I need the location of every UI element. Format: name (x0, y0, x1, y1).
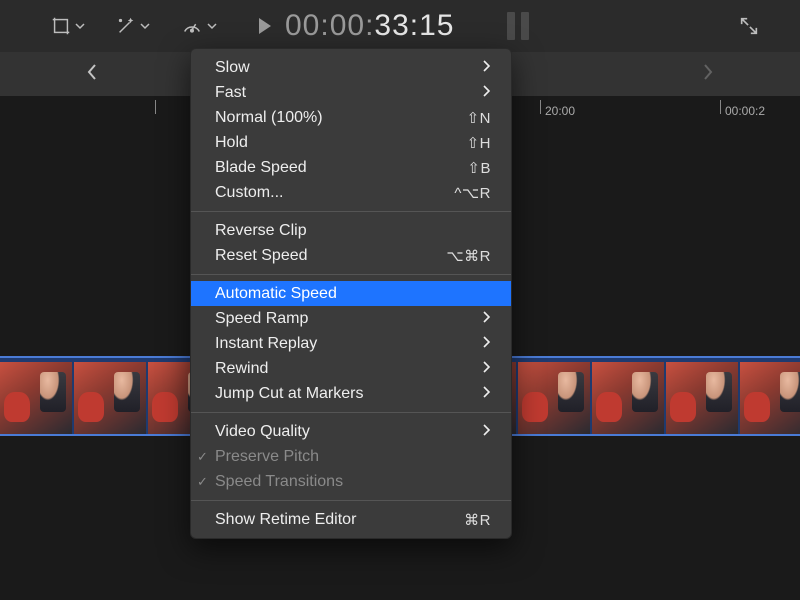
menu-separator (191, 211, 511, 212)
menu-item-label: Automatic Speed (215, 285, 491, 303)
retime-tool-button[interactable] (180, 15, 217, 37)
menu-item[interactable]: Slow (191, 55, 511, 80)
menu-item-label: Rewind (215, 360, 475, 378)
submenu-arrow-icon (483, 310, 491, 328)
submenu-arrow-icon (483, 84, 491, 102)
menu-item[interactable]: Jump Cut at Markers (191, 381, 511, 406)
menu-item[interactable]: Blade Speed⇧B (191, 155, 511, 180)
check-icon: ✓ (197, 474, 213, 490)
menu-item-label: Reset Speed (215, 247, 446, 265)
play-icon[interactable] (257, 17, 273, 35)
crop-tool-button[interactable] (50, 15, 85, 37)
clip-thumbnail[interactable] (666, 362, 738, 434)
menu-item[interactable]: Rewind (191, 356, 511, 381)
clip-thumbnail[interactable] (74, 362, 146, 434)
crop-icon (50, 15, 72, 37)
menu-item-label: Normal (100%) (215, 109, 467, 127)
submenu-arrow-icon (483, 59, 491, 77)
ruler-tick: 20:00 (540, 100, 575, 114)
menu-item: ✓Preserve Pitch (191, 444, 511, 469)
clip-thumbnail[interactable] (0, 362, 72, 434)
menu-item-shortcut: ^⌥R (454, 184, 491, 202)
ruler-tick (155, 100, 160, 114)
menu-item-shortcut: ⇧B (467, 159, 491, 177)
menu-item-label: Instant Replay (215, 335, 475, 353)
submenu-arrow-icon (483, 423, 491, 441)
menu-item[interactable]: Custom...^⌥R (191, 180, 511, 205)
menu-separator (191, 500, 511, 501)
menu-item-shortcut: ⇧H (467, 134, 491, 152)
check-icon: ✓ (197, 449, 213, 465)
menu-item-shortcut: ⇧N (467, 109, 491, 127)
menu-item-shortcut: ⌥⌘R (446, 247, 491, 265)
menu-item: ✓Speed Transitions (191, 469, 511, 494)
nav-prev-button[interactable] (85, 63, 99, 86)
clip-thumbnail[interactable] (518, 362, 590, 434)
menu-item[interactable]: Instant Replay (191, 331, 511, 356)
menu-separator (191, 274, 511, 275)
menu-item[interactable]: Speed Ramp (191, 306, 511, 331)
chevron-down-icon (140, 21, 150, 31)
menu-item-label: Custom... (215, 184, 454, 202)
toolbar: 00:00:33:15 (0, 0, 800, 52)
menu-item-label: Show Retime Editor (215, 511, 464, 529)
submenu-arrow-icon (483, 360, 491, 378)
menu-item[interactable]: Fast (191, 80, 511, 105)
menu-item-label: Video Quality (215, 423, 475, 441)
menu-item[interactable]: Show Retime Editor⌘R (191, 507, 511, 532)
submenu-arrow-icon (483, 335, 491, 353)
enhance-tool-button[interactable] (115, 15, 150, 37)
submenu-arrow-icon (483, 385, 491, 403)
clip-thumbnail[interactable] (592, 362, 664, 434)
menu-item[interactable]: Video Quality (191, 419, 511, 444)
menu-item-label: Speed Transitions (215, 473, 491, 491)
menu-item-label: Hold (215, 134, 467, 152)
menu-item-label: Jump Cut at Markers (215, 385, 475, 403)
timecode-display: 00:00:33:15 (257, 9, 529, 43)
ruler-tick: 00:00:2 (720, 100, 765, 114)
pause-icon[interactable] (507, 12, 529, 40)
speedometer-icon (180, 15, 204, 37)
menu-item[interactable]: Hold⇧H (191, 130, 511, 155)
expand-icon (738, 15, 760, 37)
menu-item-label: Fast (215, 84, 475, 102)
menu-item[interactable]: Automatic Speed (191, 281, 511, 306)
menu-item[interactable]: Reset Speed⌥⌘R (191, 243, 511, 268)
timecode-dim: 00:00: (285, 9, 374, 42)
menu-item-label: Slow (215, 59, 475, 77)
magic-wand-icon (115, 15, 137, 37)
menu-item-shortcut: ⌘R (464, 511, 491, 529)
retime-menu: SlowFastNormal (100%)⇧NHold⇧HBlade Speed… (190, 48, 512, 539)
clip-thumbnail[interactable] (740, 362, 800, 434)
menu-item-label: Blade Speed (215, 159, 467, 177)
menu-item[interactable]: Reverse Clip (191, 218, 511, 243)
fullscreen-button[interactable] (738, 15, 760, 37)
menu-separator (191, 412, 511, 413)
chevron-down-icon (75, 21, 85, 31)
menu-item-label: Preserve Pitch (215, 448, 491, 466)
timecode-value: 33:15 (374, 9, 454, 42)
menu-item-label: Reverse Clip (215, 222, 491, 240)
nav-next-button[interactable] (701, 63, 715, 86)
chevron-down-icon (207, 21, 217, 31)
menu-item-label: Speed Ramp (215, 310, 475, 328)
menu-item[interactable]: Normal (100%)⇧N (191, 105, 511, 130)
